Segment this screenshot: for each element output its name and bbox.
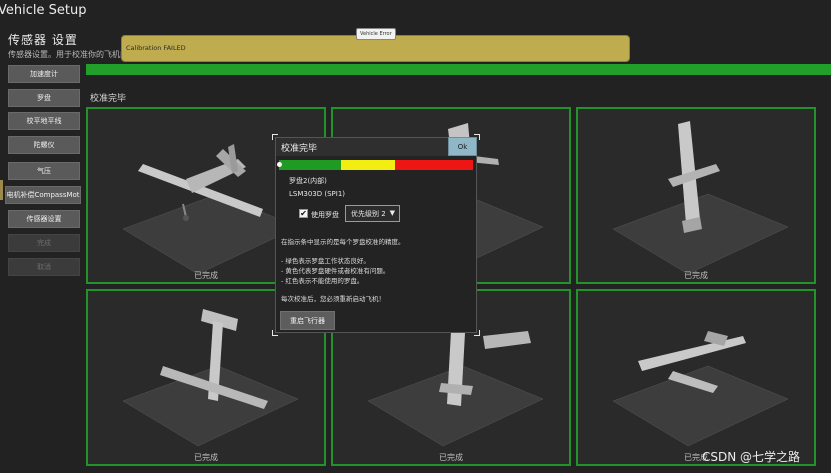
dialog-corner xyxy=(272,330,278,336)
window-title: Vehicle Setup xyxy=(0,3,87,18)
use-compass-label: 使用罗盘 xyxy=(311,211,339,219)
sidebar-item-level-horizon[interactable]: 校平地平线 xyxy=(8,112,80,130)
info-text: - 黄色代表罗盘硬件或者校准有问题。 xyxy=(281,267,390,275)
error-message: Calibration FAILED xyxy=(126,44,186,52)
calibration-progress-bar xyxy=(86,64,831,75)
compass-quality-bar xyxy=(279,160,473,170)
calibration-status: 校准完毕 xyxy=(90,94,127,104)
selection-indicator xyxy=(0,180,3,200)
info-text: 每次校准后，您必须重新启动飞机！ xyxy=(281,295,385,303)
reboot-vehicle-button[interactable]: 重启飞行器 xyxy=(280,311,335,330)
info-text: 在指示条中显示的是每个罗盘校准的精度。 xyxy=(281,238,405,246)
watermark: CSDN @七学之路 xyxy=(702,450,801,464)
orientation-tile-nose-down: 已完成 xyxy=(576,107,816,284)
quality-segment-1 xyxy=(341,160,396,170)
use-compass-checkbox[interactable]: ✔ xyxy=(299,209,308,218)
plane-right-side-icon xyxy=(612,331,789,447)
orientation-tile-right: 已完成 xyxy=(576,289,816,466)
cancel-button[interactable]: 取消 xyxy=(8,258,80,276)
sensor-name: LSM303D (SPI1) xyxy=(289,190,346,198)
quality-segment-2 xyxy=(395,160,473,170)
tile-status: 已完成 xyxy=(194,453,218,462)
sidebar-item-gyroscope[interactable]: 陀螺仪 xyxy=(8,136,80,154)
error-tag: Vehicle Error xyxy=(356,28,396,40)
ok-button[interactable]: Ok xyxy=(448,137,477,156)
info-text: - 红色表示不能使用的罗盘。 xyxy=(281,277,364,285)
tile-status: 已完成 xyxy=(684,271,708,280)
sidebar-item-compassmot[interactable]: 电机补偿CompassMot xyxy=(5,186,81,204)
compass-name: 罗盘2(内部) xyxy=(289,177,327,185)
page-title: 传感器 设置 xyxy=(8,33,78,47)
sidebar-item-sensor-settings[interactable]: 传感器设置 xyxy=(8,210,80,228)
sidebar-item-compass[interactable]: 罗盘 xyxy=(8,89,80,107)
dialog-corner xyxy=(474,330,480,336)
done-button[interactable]: 完成 xyxy=(8,234,80,252)
dialog-title: 校准完毕 xyxy=(281,144,318,154)
info-text: - 绿色表示罗盘工作状态良好。 xyxy=(281,257,370,265)
priority-value: 优先级别 2 xyxy=(351,209,386,218)
quality-segment-0 xyxy=(279,160,342,170)
sidebar-item-accelerometer[interactable]: 加速度计 xyxy=(8,65,80,83)
priority-select[interactable]: 优先级别 2 ▼ xyxy=(345,205,400,222)
chevron-down-icon: ▼ xyxy=(389,209,395,217)
quality-indicator-dot xyxy=(277,162,282,167)
tile-status: 已完成 xyxy=(439,453,463,462)
plane-nose-down-icon xyxy=(612,121,789,275)
sidebar-item-barometer[interactable]: 气压 xyxy=(8,162,80,180)
